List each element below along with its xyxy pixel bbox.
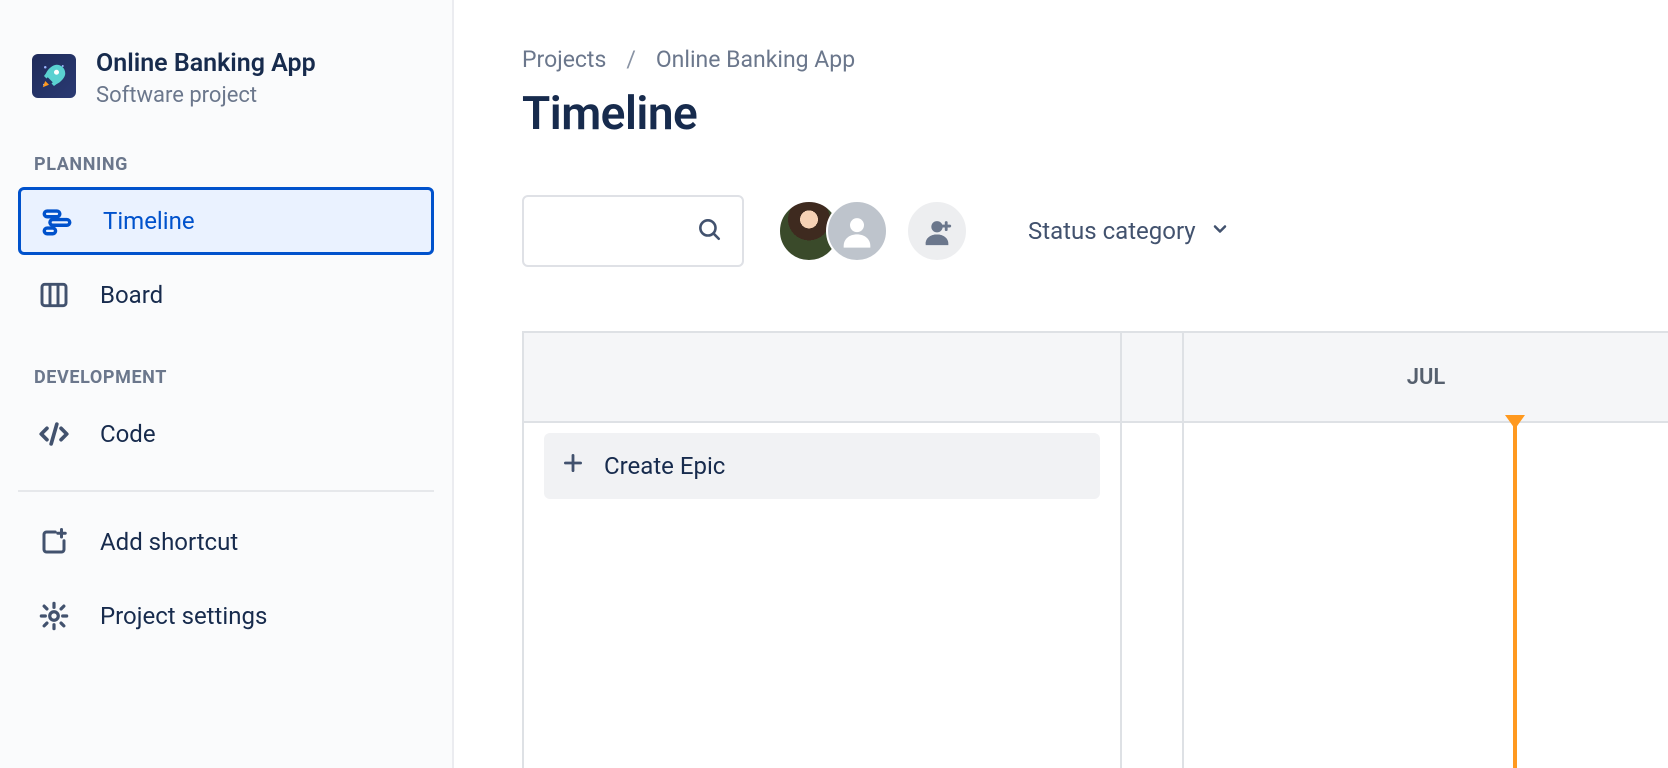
chevron-down-icon [1210, 217, 1230, 245]
sidebar-item-add-shortcut[interactable]: Add shortcut [18, 508, 434, 576]
sidebar-item-timeline[interactable]: Timeline [18, 187, 434, 255]
search-icon [696, 216, 722, 246]
sidebar-item-label: Timeline [103, 207, 195, 235]
project-rocket-icon [32, 54, 76, 98]
sidebar-item-board[interactable]: Board [18, 261, 434, 329]
project-header[interactable]: Online Banking App Software project [18, 48, 434, 144]
timeline-calendar-header: JUL [1184, 333, 1668, 423]
breadcrumb: Projects / Online Banking App [522, 46, 1668, 73]
section-label-planning: PLANNING [18, 144, 434, 181]
code-icon [36, 417, 72, 451]
breadcrumb-root[interactable]: Projects [522, 46, 606, 73]
sidebar: Online Banking App Software project PLAN… [0, 0, 454, 768]
section-label-development: DEVELOPMENT [18, 357, 434, 394]
status-category-filter[interactable]: Status category [1018, 209, 1240, 253]
page-title: Timeline [522, 87, 1668, 141]
create-epic-label: Create Epic [604, 452, 725, 480]
sidebar-divider [18, 490, 434, 492]
create-epic-button[interactable]: Create Epic [544, 433, 1100, 499]
timeline-icon [39, 204, 75, 238]
sidebar-item-project-settings[interactable]: Project settings [18, 582, 434, 650]
project-subtitle: Software project [96, 83, 316, 108]
today-marker [1513, 417, 1517, 768]
sidebar-item-label: Project settings [100, 602, 267, 630]
filter-label: Status category [1028, 217, 1196, 245]
timeline-epic-column: Create Epic [524, 333, 1122, 768]
breadcrumb-separator: / [626, 46, 636, 73]
add-people-button[interactable] [906, 200, 968, 262]
timeline-epic-column-body: Create Epic [524, 423, 1120, 768]
plus-icon [560, 450, 586, 482]
toolbar: Status category [522, 195, 1668, 267]
sidebar-item-label: Board [100, 281, 163, 309]
timeline-month-label: JUL [1407, 365, 1446, 390]
main-content: Projects / Online Banking App Timeline [454, 0, 1668, 768]
timeline-calendar-column[interactable]: JUL [1184, 333, 1668, 768]
avatar-stack [778, 200, 968, 262]
timeline-calendar-body[interactable] [1184, 423, 1668, 768]
search-box[interactable] [522, 195, 744, 267]
gear-icon [36, 600, 72, 632]
timeline-epic-column-header [524, 333, 1120, 423]
sidebar-item-code[interactable]: Code [18, 400, 434, 468]
timeline-spacer-column [1122, 333, 1184, 768]
timeline-grid: Create Epic JUL [522, 331, 1668, 768]
breadcrumb-current[interactable]: Online Banking App [656, 46, 855, 73]
avatar-user-2[interactable] [826, 200, 888, 262]
project-title: Online Banking App [96, 48, 316, 79]
add-shortcut-icon [36, 527, 72, 557]
sidebar-item-label: Add shortcut [100, 528, 238, 556]
board-icon [36, 279, 72, 311]
sidebar-item-label: Code [100, 420, 156, 448]
search-input[interactable] [544, 220, 696, 243]
